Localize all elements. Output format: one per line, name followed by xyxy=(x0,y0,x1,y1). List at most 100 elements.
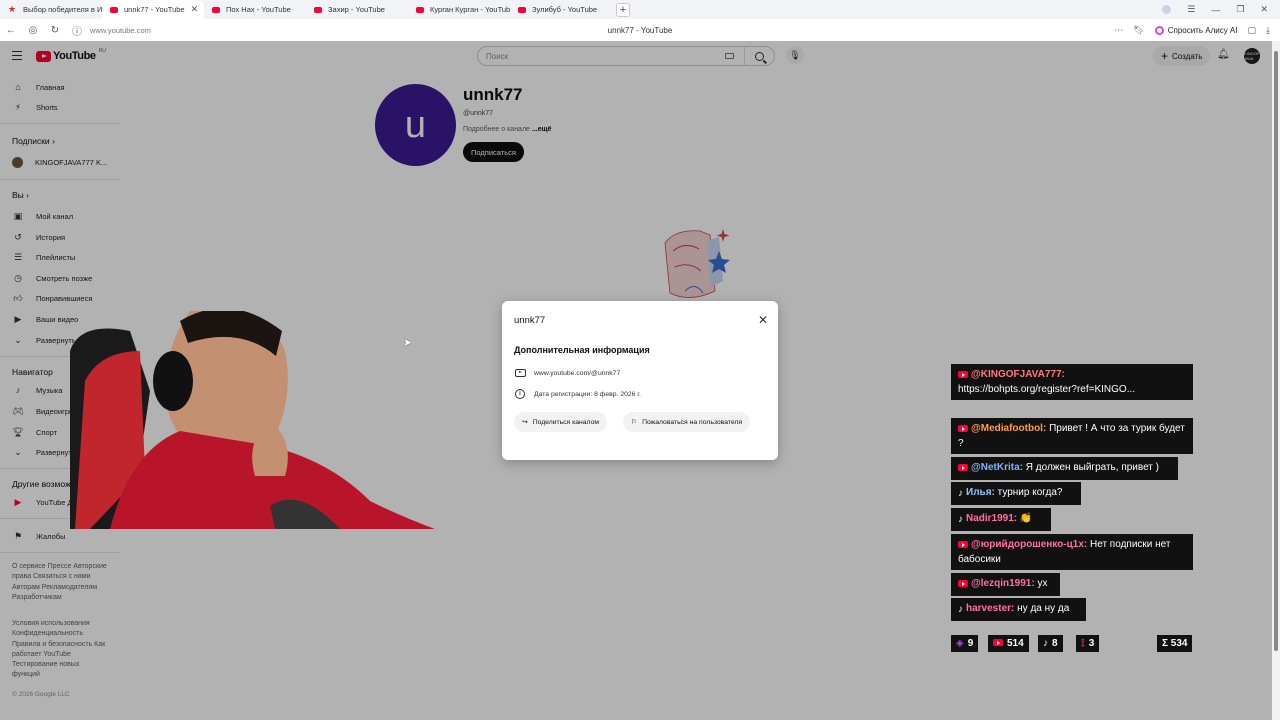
tiktok-icon: ♪ xyxy=(958,604,963,615)
window-controls: ☰ — ❐ ✕ xyxy=(1162,0,1280,19)
chat-author: @Mediafootbol: xyxy=(971,423,1050,434)
chat-message: ♪ Nadir1991: 👏 xyxy=(951,508,1051,531)
bookmark-icon[interactable]: 🔖︎ xyxy=(1133,25,1144,36)
viewer-count-value: 9 xyxy=(967,638,974,649)
profile-icon[interactable] xyxy=(1162,5,1172,14)
tiktok-icon: ♪ xyxy=(958,488,963,499)
channel-info-dialog: unnk77 ✕ Дополнительная информация www.y… xyxy=(502,301,778,460)
webcam-overlay xyxy=(70,311,435,529)
extensions-icon[interactable]: ▢ xyxy=(1248,25,1257,36)
tab-title: Зулибуб - YouTube xyxy=(532,5,598,14)
join-date: Дата регистрации: 8 февр. 2026 г. xyxy=(534,390,641,398)
dialog-subtitle: Дополнительная информация xyxy=(514,345,650,355)
vk-icon: ⟟ xyxy=(1081,638,1085,649)
youtube-icon xyxy=(518,6,526,13)
ask-alice-button[interactable]: Спросить Алису AI xyxy=(1154,25,1238,35)
viewer-count-total: Σ 534 xyxy=(1157,635,1193,652)
chat-text: ну да ну да xyxy=(1017,603,1070,614)
twitch-icon: ◈ xyxy=(956,638,964,649)
report-user-button[interactable]: ⚐ Пожаловаться на пользователя xyxy=(623,412,751,432)
lock-icon: ⓘ xyxy=(72,26,82,38)
tab-title: unnk77 - YouTube xyxy=(124,5,185,14)
chat-author: harvester: xyxy=(966,603,1018,614)
mouse-cursor: ➤ xyxy=(403,337,413,349)
chat-message: ♪ Илья: турнир когда? xyxy=(951,482,1081,505)
viewer-count-value: 8 xyxy=(1052,638,1058,649)
browser-tab[interactable]: Курган Курган - YouTube xyxy=(408,0,510,19)
youtube-icon xyxy=(958,539,968,553)
share-channel-button[interactable]: ↪ Поделиться каналом xyxy=(514,412,608,432)
chat-text: https://bohpts.org/register?ref=KINGO... xyxy=(958,383,1136,395)
tab-title: Курган Курган - YouTube xyxy=(430,5,510,14)
page-scrollbar[interactable] xyxy=(1272,41,1280,720)
youtube-link-icon xyxy=(514,369,526,377)
close-icon[interactable]: ✕ xyxy=(758,313,768,327)
scrollbar-thumb[interactable] xyxy=(1274,51,1278,651)
address-bar: ← ◎ ↻ ⓘ www.youtube.com unnk77 - YouTube… xyxy=(0,19,1280,41)
youtube-icon xyxy=(958,369,968,383)
chat-message: @Mediafootbol: Привет ! А что за турик б… xyxy=(951,418,1193,454)
minimize-icon[interactable]: — xyxy=(1211,5,1220,15)
youtube-icon xyxy=(212,6,220,13)
chat-author: Илья: xyxy=(966,487,998,498)
close-tab-icon[interactable]: ✕ xyxy=(191,4,199,15)
site-info-icon[interactable]: ◎ xyxy=(22,25,44,36)
chat-text: 👏 xyxy=(1019,513,1033,524)
youtube-icon xyxy=(958,462,968,476)
alice-icon xyxy=(1154,25,1164,35)
page-title: unnk77 - YouTube xyxy=(607,25,673,35)
viewer-count-twitch: ◈ 9 xyxy=(951,635,979,652)
chat-message: @lezqin1991: ух xyxy=(951,573,1060,596)
youtube-icon xyxy=(958,423,968,437)
flag-icon: ⚐ xyxy=(631,419,638,426)
tab-title: Пох Нах - YouTube xyxy=(226,5,291,14)
chat-author: @KINGOFJAVA777: xyxy=(971,369,1065,380)
close-window-icon[interactable]: ✕ xyxy=(1260,4,1268,15)
tab-title: Захир - YouTube xyxy=(328,5,385,14)
back-icon[interactable]: ← xyxy=(0,25,22,36)
browser-tab-active[interactable]: unnk77 - YouTube ✕ xyxy=(102,0,204,19)
chat-author: Nadir1991: xyxy=(966,513,1020,524)
viewer-count-tiktok: ♪ 8 xyxy=(1038,635,1063,652)
youtube-icon xyxy=(314,6,322,13)
viewer-count-youtube: 514 xyxy=(988,635,1029,652)
downloads-icon[interactable]: ☰ xyxy=(1187,4,1195,15)
browser-tab[interactable]: Зулибуб - YouTube xyxy=(510,0,612,19)
chat-message: @KINGOFJAVA777: https://bohpts.org/regis… xyxy=(951,364,1193,400)
url-field[interactable]: www.youtube.com xyxy=(90,26,151,35)
ask-alice-label: Спросить Алису AI xyxy=(1167,25,1238,35)
channel-link-row: www.youtube.com/@unnk77 xyxy=(514,368,620,378)
tiktok-icon: ♪ xyxy=(958,514,963,525)
share-label: Поделиться каналом xyxy=(532,418,600,426)
channel-link[interactable]: www.youtube.com/@unnk77 xyxy=(534,370,620,377)
reload-icon[interactable]: ↻ xyxy=(44,25,66,36)
browser-tab[interactable]: Пох Нах - YouTube xyxy=(204,0,306,19)
chat-text: Я должен выйграть, привет ) xyxy=(1025,462,1159,473)
viewer-count-value: 514 xyxy=(1007,638,1024,649)
chat-message: @NetKrita: Я должен выйграть, привет ) xyxy=(951,457,1178,480)
chat-text: ух xyxy=(1037,578,1048,589)
youtube-icon xyxy=(416,6,424,13)
maximize-icon[interactable]: ❐ xyxy=(1236,4,1244,15)
more-icon[interactable]: ⋯ xyxy=(1114,25,1123,36)
chat-author: @lezqin1991: xyxy=(971,578,1038,589)
browser-tab[interactable]: Захир - YouTube xyxy=(306,0,408,19)
chat-author: @NetKrita: xyxy=(971,462,1026,473)
browser-tab-bar: ★ Выбор победителя в Инс unnk77 - YouTub… xyxy=(0,0,1280,19)
chat-message: ♪ harvester: ну да ну да xyxy=(951,598,1086,621)
youtube-icon xyxy=(110,6,118,13)
tiktok-icon: ♪ xyxy=(1043,638,1048,649)
youtube-icon xyxy=(993,638,1003,649)
new-tab-button[interactable]: + xyxy=(616,2,630,17)
download-icon[interactable]: ⤓ xyxy=(1266,25,1270,36)
join-date-row: i Дата регистрации: 8 февр. 2026 г. xyxy=(514,389,641,399)
share-icon: ↪ xyxy=(522,419,528,426)
report-label: Пожаловаться на пользователя xyxy=(642,418,743,426)
address-bar-actions: ⋯ 🔖︎ Спросить Алису AI ▢ ⤓ xyxy=(1114,19,1270,41)
chat-text: турнир когда? xyxy=(997,487,1063,498)
browser-tab[interactable]: ★ Выбор победителя в Инс xyxy=(0,0,102,19)
viewer-count-value: 3 xyxy=(1088,638,1095,649)
viewer-count-vk: ⟟ 3 xyxy=(1076,635,1100,652)
youtube-icon xyxy=(958,578,968,592)
chat-author: @юрийдорошенко-ц1х: xyxy=(971,539,1090,550)
